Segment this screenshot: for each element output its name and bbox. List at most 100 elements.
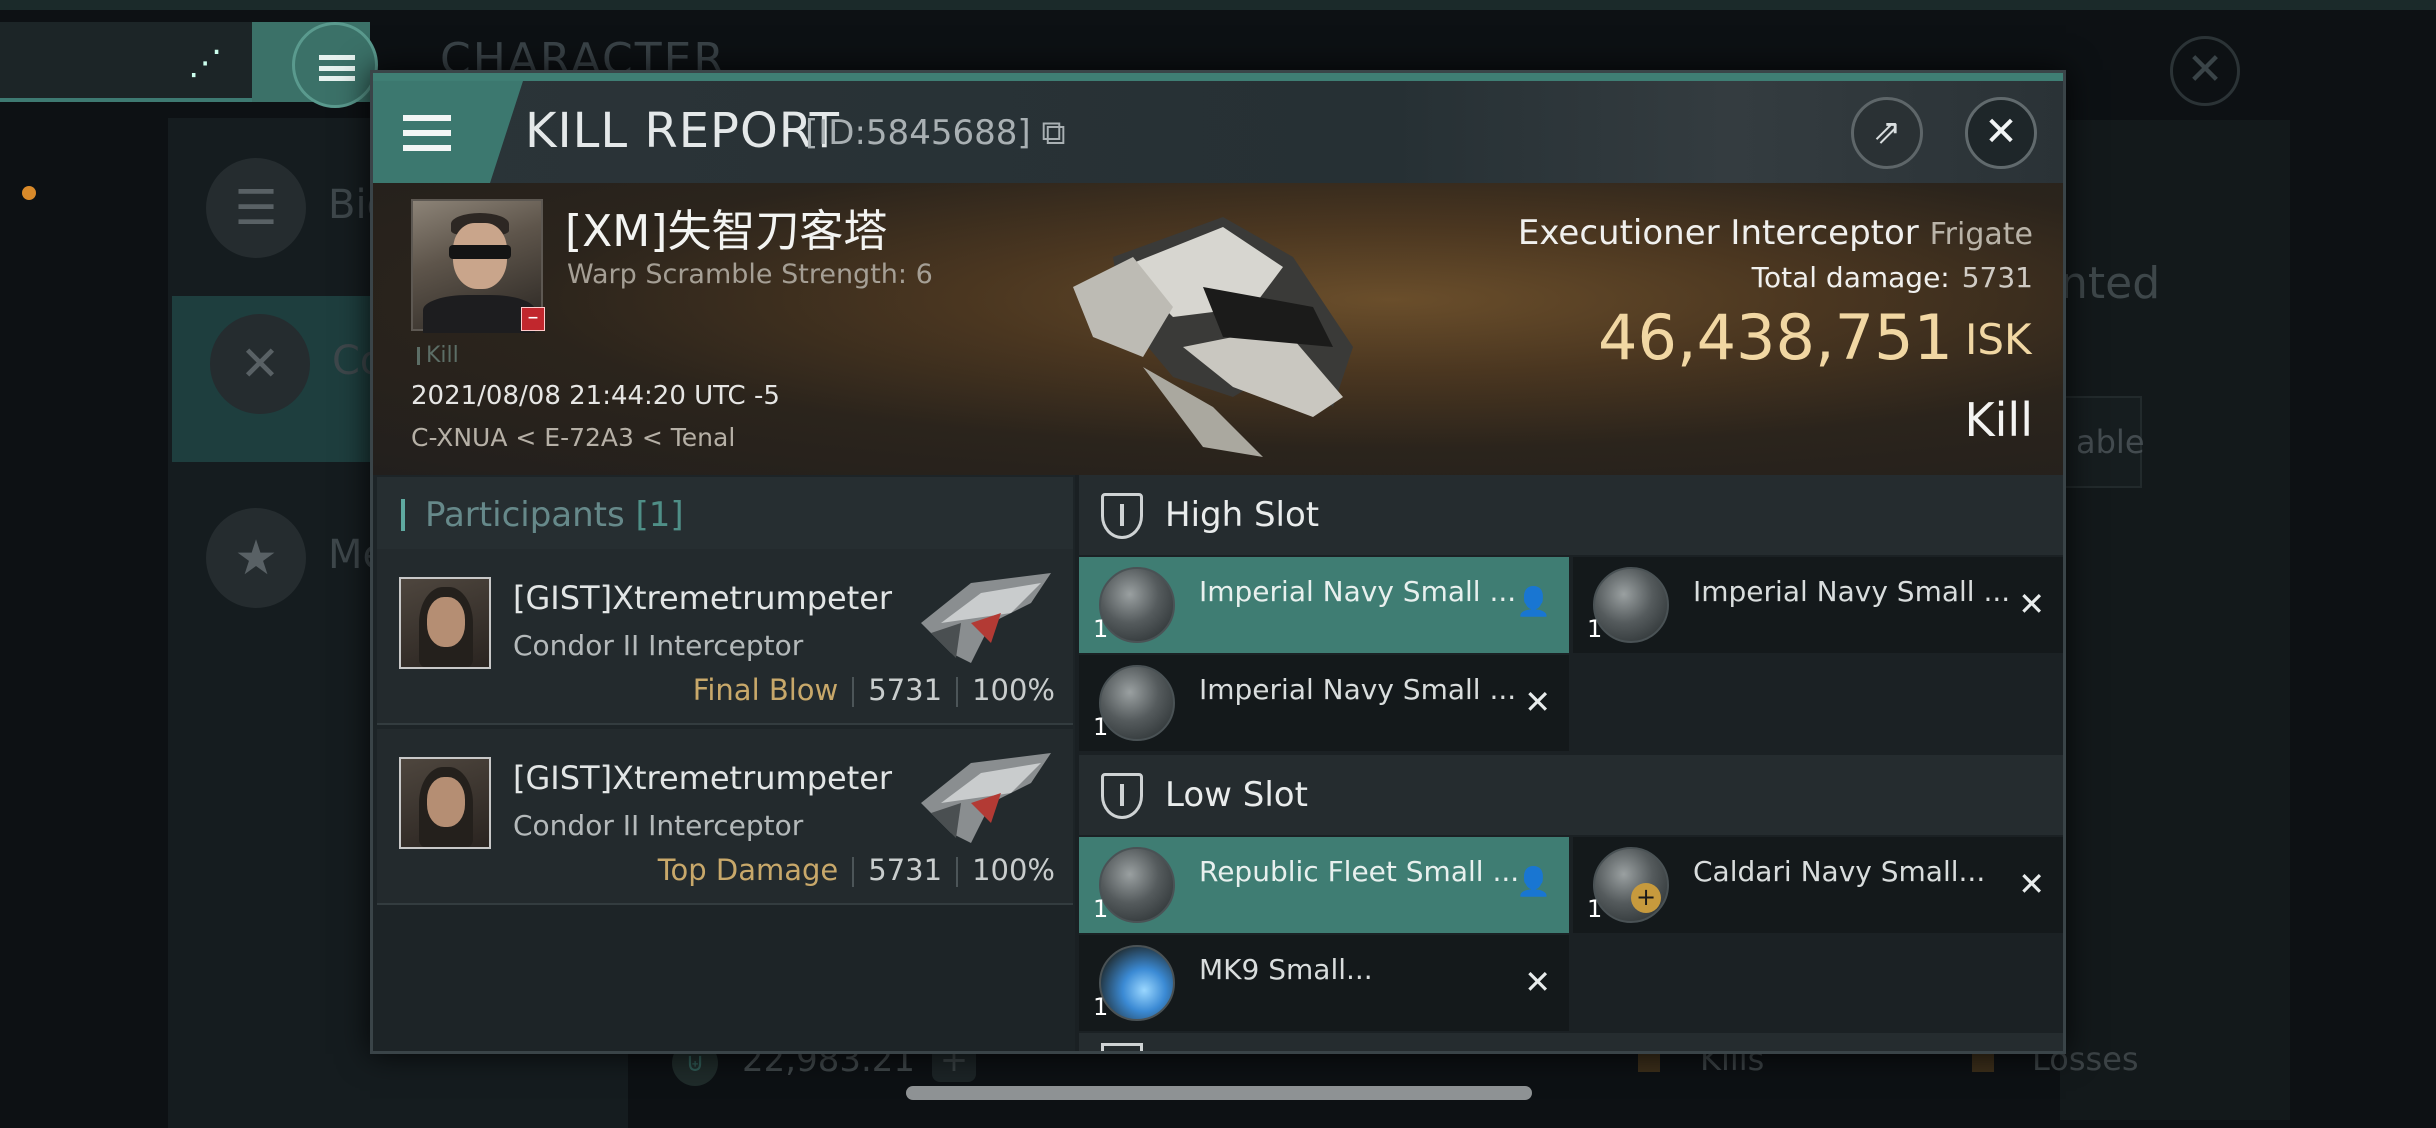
- high-slot-title: High Slot: [1165, 495, 1320, 535]
- participant-name: [GIST]Xtremetrumpeter: [513, 579, 893, 617]
- participants-title-text: Participants: [425, 495, 625, 535]
- warp-scramble-strength: Warp Scramble Strength: 6: [567, 259, 933, 290]
- isk-value: 46,438,751: [1598, 301, 1953, 374]
- module-name: Caldari Navy Small...: [1693, 855, 1986, 888]
- kill-result: Kill: [1964, 393, 2033, 447]
- menu-icon: [403, 115, 451, 151]
- turret-icon: [1099, 567, 1175, 643]
- list-icon: ☰: [206, 158, 306, 258]
- participant-row[interactable]: [GIST]Xtremetrumpeter Condor II Intercep…: [377, 549, 1073, 725]
- modal-top-accent: [373, 73, 2063, 81]
- ship-class: Frigate: [1929, 217, 2033, 252]
- participant-portrait[interactable]: [399, 757, 491, 849]
- participant-stats: Final Blow 5731 100%: [693, 673, 1055, 707]
- kill-tag: Kill: [417, 343, 459, 368]
- isk-label: ISK: [1965, 315, 2032, 364]
- destroyed-icon: ✕: [2018, 865, 2045, 903]
- module-qty: 1: [1587, 895, 1603, 923]
- destroyed-icon: ✕: [1524, 683, 1551, 721]
- participants-title: Participants [1]: [425, 495, 684, 535]
- participant-damage: 5731: [868, 853, 943, 887]
- standing-minus-badge: –: [521, 307, 545, 331]
- module-item[interactable]: 1 Imperial Navy Small ... ✕: [1079, 655, 1569, 751]
- kill-banner: – [XM]失智刀客塔 Warp Scramble Strength: 6 Ki…: [373, 183, 2063, 475]
- participant-row[interactable]: [GIST]Xtremetrumpeter Condor II Intercep…: [377, 729, 1073, 905]
- close-button[interactable]: ✕: [1965, 97, 2037, 169]
- low-slot-title: Low Slot: [1165, 775, 1308, 815]
- slot-icon: [1101, 1043, 1143, 1051]
- module-name: Imperial Navy Small ...: [1693, 575, 2011, 608]
- turret-icon: [1099, 665, 1175, 741]
- module-item[interactable]: + 1 Caldari Navy Small... ✕: [1573, 837, 2063, 933]
- shield-icon: [1593, 847, 1669, 923]
- participant-percent: 100%: [972, 673, 1055, 707]
- participant-label: Top Damage: [657, 853, 839, 887]
- total-damage-value: 5731: [1961, 261, 2033, 294]
- plus-badge-icon: +: [1631, 883, 1661, 913]
- module-item[interactable]: 1 Republic Fleet Small ... 👤: [1079, 837, 1569, 933]
- module-qty: 1: [1093, 615, 1109, 643]
- copy-icon[interactable]: ⧉: [1031, 113, 1065, 153]
- module-name: Imperial Navy Small ...: [1199, 575, 1517, 608]
- module-name: Imperial Navy Small ...: [1199, 673, 1517, 706]
- module-qty: 1: [1093, 713, 1109, 741]
- network-icon[interactable]: ⋰: [180, 38, 230, 88]
- participant-damage: 5731: [868, 673, 943, 707]
- low-slot-icon: [1101, 773, 1143, 819]
- person-icon: 👤: [1516, 585, 1551, 618]
- total-damage-label: Total damage:: [1751, 261, 1950, 294]
- participant-label: Final Blow: [692, 673, 839, 707]
- report-id-text: [ID:5845688]: [805, 113, 1031, 153]
- close-icon: ✕: [1984, 109, 2018, 155]
- module-item[interactable]: 1 Imperial Navy Small ... 👤: [1079, 557, 1569, 653]
- bg-right-button[interactable]: able: [2060, 396, 2145, 488]
- module-item[interactable]: 1 Imperial Navy Small ... ✕: [1573, 557, 2063, 653]
- bg-menu-button[interactable]: [292, 22, 378, 108]
- participant-stats: Top Damage 5731 100%: [658, 853, 1055, 887]
- top-strip: [0, 0, 2436, 10]
- bg-right-text: nted: [2060, 258, 2161, 309]
- participant-percent: 100%: [972, 853, 1055, 887]
- share-button[interactable]: ⇗: [1851, 97, 1923, 169]
- person-icon: 👤: [1516, 865, 1551, 898]
- participants-header: Participants [1]: [377, 477, 1073, 549]
- share-icon: ⇗: [1872, 112, 1902, 152]
- participants-count: [1]: [635, 495, 684, 535]
- menu-icon: [319, 55, 355, 81]
- next-slot-header: [1079, 1033, 2063, 1051]
- high-slot-icon: [1101, 493, 1143, 539]
- star-icon: ★: [206, 508, 306, 608]
- module-name: MK9 Small...: [1199, 953, 1373, 986]
- module-qty: 1: [1093, 895, 1109, 923]
- module-qty: 1: [1093, 993, 1109, 1021]
- notification-dot: [22, 186, 36, 200]
- participant-ship: Condor II Interceptor: [513, 809, 804, 842]
- module-item[interactable]: 1 MK9 Small... ✕: [1079, 935, 1569, 1031]
- total-damage: Total damage: 5731: [1373, 261, 2033, 294]
- module-qty: 1: [1587, 615, 1603, 643]
- home-indicator[interactable]: [906, 1086, 1532, 1100]
- module-name: Republic Fleet Small ...: [1199, 855, 1520, 888]
- fittings-panel: High Slot 1 Imperial Navy Small ... 👤 1 …: [1079, 475, 2063, 1051]
- ship-name[interactable]: Executioner Interceptor Frigate: [1373, 213, 2033, 253]
- modal-title: KILL REPORT: [525, 103, 840, 159]
- ship-name-text: Executioner Interceptor: [1517, 213, 1919, 253]
- kill-datetime: 2021/08/08 21:44:20 UTC -5: [411, 381, 780, 411]
- turret-icon: [1593, 567, 1669, 643]
- high-slot-header: High Slot: [1079, 475, 2063, 555]
- bg-close-icon[interactable]: ✕: [2170, 36, 2240, 106]
- destroyed-icon: ✕: [1524, 963, 1551, 1001]
- kill-location[interactable]: C-XNUA < E-72A3 < Tenal: [411, 423, 735, 452]
- report-id[interactable]: [ID:5845688] ⧉: [805, 113, 1066, 153]
- participant-ship-image: [921, 753, 1051, 843]
- kill-report-modal: KILL REPORT [ID:5845688] ⧉ ⇗ ✕ – [XM]失智刀…: [370, 70, 2066, 1054]
- participant-name: [GIST]Xtremetrumpeter: [513, 759, 893, 797]
- destroyed-icon: ✕: [2018, 585, 2045, 623]
- participant-ship-image: [921, 573, 1051, 663]
- low-slot-header: Low Slot: [1079, 755, 2063, 835]
- thruster-icon: [1099, 945, 1175, 1021]
- participant-ship: Condor II Interceptor: [513, 629, 804, 662]
- participant-portrait[interactable]: [399, 577, 491, 669]
- shield-icon: [1099, 847, 1175, 923]
- victim-name[interactable]: [XM]失智刀客塔: [565, 195, 887, 259]
